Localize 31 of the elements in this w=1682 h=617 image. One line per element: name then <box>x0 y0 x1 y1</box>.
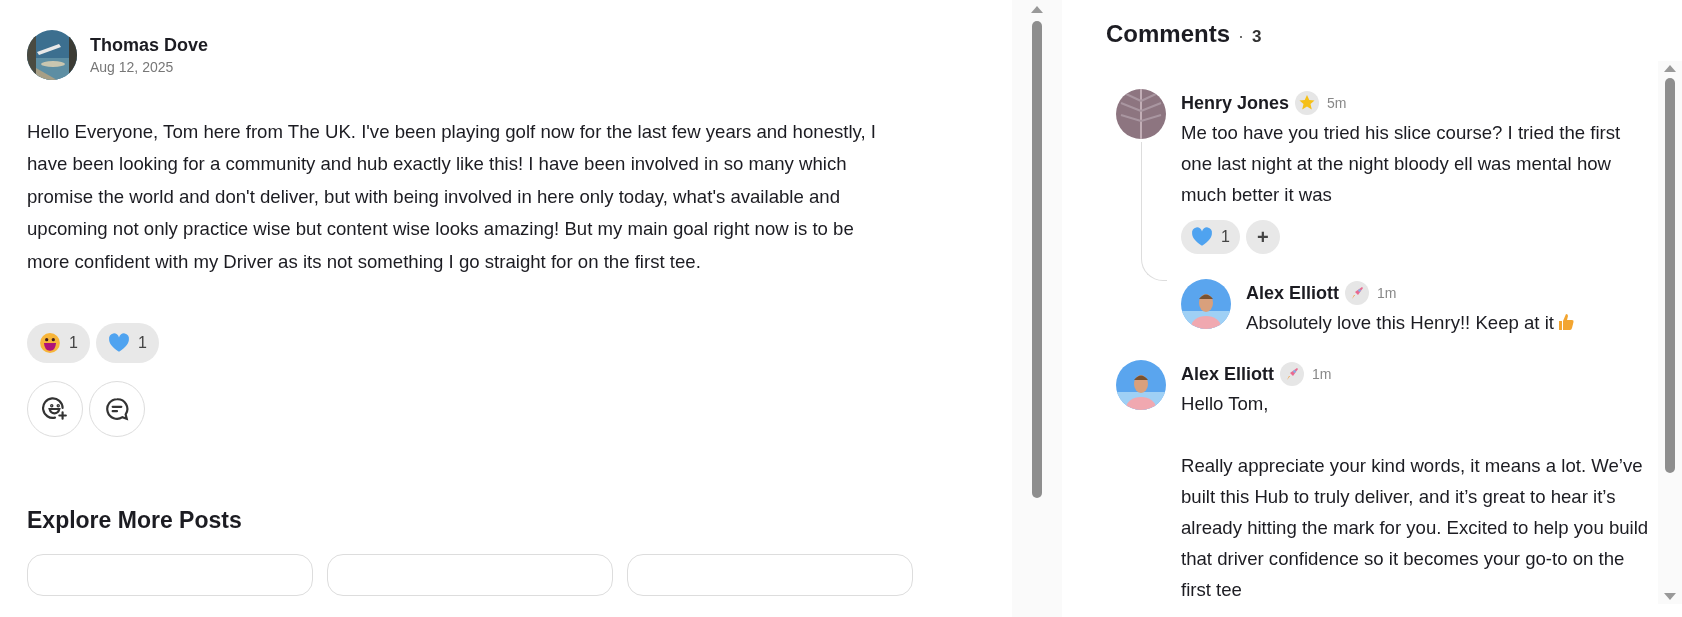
comment-time: 1m <box>1377 285 1397 301</box>
commenter-name[interactable]: Henry Jones <box>1181 92 1290 114</box>
thumbs-up-icon <box>1556 312 1576 332</box>
add-emoji-icon <box>42 396 68 423</box>
comments-title: Comments <box>1106 20 1231 48</box>
comment-text: Absolutely love this Henry!! Keep at it <box>1246 307 1658 338</box>
author-name[interactable]: Thomas Dove <box>90 35 209 56</box>
post-body: Hello Everyone, Tom here from The UK. I've been playing golf now for the last few years and honestly, I have been looking for a community and hub exactly like this! I have been involved in so many which promise the world and don't deliver, but with being involved in here only today, what's available and upcoming not only practice wise but content wise looks amazing! But my main goal right now is to be more confident with my Driver as its not something I go straight for on the first tee. <box>27 120 877 274</box>
rocket-badge-icon <box>1280 362 1304 386</box>
commenter-name[interactable]: Alex Elliott <box>1246 282 1339 304</box>
separator-dot: · <box>1238 26 1245 47</box>
comment-text: Really appreciate your kind words, it means a lot. We’ve built this Hub to truly deliver, and it’s great to hear it’s already hitting the mark for you. Excited to help you build that driver confidence so it becomes your go-to on the first tee <box>1181 454 1650 602</box>
section-title: Explore More Posts <box>27 507 243 535</box>
reaction-pill[interactable]: 1 <box>1181 220 1240 254</box>
scrollbar[interactable] <box>1658 61 1682 604</box>
comment-time: 1m <box>1312 366 1332 382</box>
reaction-pill[interactable]: 1 <box>95 323 159 364</box>
commenter-name[interactable]: Alex Elliott <box>1181 363 1274 385</box>
comment-text: Me too have you tried his slice course? I tried the first one last night at the night bloody ell was mental how much better it was <box>1181 121 1622 207</box>
add-reaction-button[interactable]: + <box>1245 220 1280 254</box>
scrollbar[interactable] <box>1012 0 1062 617</box>
comment-text: Hello Tom, <box>1181 392 1270 416</box>
heart-icon <box>1191 226 1213 248</box>
star-badge-icon <box>1295 91 1320 115</box>
reaction-pill[interactable]: 1 <box>27 323 90 364</box>
comment-time: 5m <box>1327 95 1347 111</box>
post-date: Aug 12, 2025 <box>90 59 175 75</box>
comment-count: 3 <box>1252 27 1262 47</box>
rocket-badge-icon <box>1345 281 1369 305</box>
speech-bubble-icon <box>104 396 130 423</box>
grinning-face-icon <box>39 332 61 355</box>
